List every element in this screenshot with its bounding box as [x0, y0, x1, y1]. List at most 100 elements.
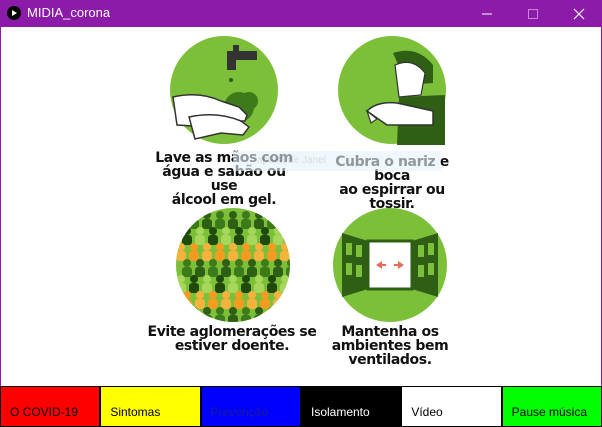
crowd-person-body — [176, 283, 186, 293]
minimize-button[interactable] — [464, 0, 510, 27]
crowd-person-head — [203, 307, 211, 315]
crowd-person-body — [241, 219, 251, 229]
tab-label: O COVID-19 — [10, 405, 79, 419]
window-title: MIDIA_corona — [27, 5, 111, 20]
caption-line: estiver doente. — [174, 338, 290, 354]
tab-covid19[interactable]: O COVID-19 — [0, 386, 101, 427]
crowd-person-head — [190, 275, 198, 283]
crowd-person-body — [221, 299, 231, 309]
crowd-person-head — [274, 259, 282, 267]
crowd-person-head — [203, 243, 211, 251]
tab-label: Pause música — [511, 405, 588, 419]
crowd-person-body — [254, 315, 264, 322]
crowd-person-body — [208, 235, 218, 245]
crowd-person-body — [273, 267, 283, 277]
crowd-person-body — [241, 315, 251, 322]
crowd-person-head — [242, 307, 250, 315]
crowd-person-head — [287, 291, 290, 299]
crowd-person-head — [209, 291, 217, 299]
crowd-person-body — [228, 251, 238, 261]
crowd-person-body — [221, 235, 231, 245]
crowd-person-body — [254, 251, 264, 261]
crowd-person-body — [247, 235, 257, 245]
crowd-person-body — [228, 219, 238, 229]
bottom-nav: O COVID-19 Sintomas Prevenção Isolamento… — [0, 386, 602, 427]
cough-elbow-icon — [338, 36, 446, 145]
crowd-person-body — [280, 219, 290, 229]
crowd-person-head — [196, 227, 204, 235]
caption-line: Mantenha os — [341, 324, 439, 340]
crowd-icon — [176, 208, 290, 322]
crowd-person-head — [222, 227, 230, 235]
crowd-person-head — [268, 211, 276, 219]
crowd-person-body — [215, 251, 225, 261]
crowd-person-body — [176, 251, 186, 261]
crowd-person-body — [241, 251, 251, 261]
crowd-person-body — [234, 299, 244, 309]
crowd-person-body — [176, 315, 186, 322]
crowd-person-head — [177, 243, 185, 251]
crowd-person-head — [255, 275, 263, 283]
hand-washing-icon — [170, 36, 278, 144]
crowd-person-head — [281, 275, 289, 283]
crowd-person-head — [216, 307, 224, 315]
title-bar: MIDIA_corona — [0, 0, 602, 27]
crowd-person-body — [176, 219, 186, 229]
crowd-person-head — [196, 291, 204, 299]
crowd-person-head — [235, 227, 243, 235]
caption-avoid-crowds: Evite aglomerações se estiver doente. — [147, 325, 317, 353]
tab-isolamento[interactable]: Isolamento — [300, 386, 402, 427]
crowd-person-body — [195, 299, 205, 309]
crowd-person-head — [229, 307, 237, 315]
crowd-person-body — [254, 283, 264, 293]
crowd-person-body — [260, 299, 270, 309]
crowd-person-body — [195, 267, 205, 277]
crowd-person-head — [183, 291, 191, 299]
crowd-person-body — [280, 283, 290, 293]
crowd-person-head — [281, 243, 289, 251]
close-button[interactable] — [556, 0, 602, 27]
crowd-person-head — [183, 227, 191, 235]
crowd-person-body — [267, 219, 277, 229]
crowd-person-head — [183, 259, 191, 267]
crowd-person-body — [234, 235, 244, 245]
crowd-person-body — [267, 283, 277, 293]
tab-pause-music[interactable]: Pause música — [501, 386, 602, 427]
caption-line: ventilados. — [348, 352, 432, 368]
maximize-button[interactable] — [510, 0, 556, 27]
crowd-person-body — [189, 251, 199, 261]
crowd-person-head — [229, 243, 237, 251]
crowd-person-head — [216, 211, 224, 219]
crowd-person-head — [274, 291, 282, 299]
crowd-person-body — [215, 283, 225, 293]
tab-sintomas[interactable]: Sintomas — [100, 386, 201, 427]
app-play-icon — [7, 6, 21, 20]
crowd-person-body — [189, 219, 199, 229]
tab-label: Isolamento — [310, 405, 370, 419]
tab-prevencao[interactable]: Prevenção — [200, 386, 301, 427]
crowd-person-body — [280, 315, 290, 322]
crowd-person-head — [209, 259, 217, 267]
crowd-person-head — [255, 307, 263, 315]
crowd-person-body — [189, 283, 199, 293]
caption-ventilation: Mantenha os ambientes bem ventilados. — [317, 325, 463, 367]
crowd-person-head — [177, 307, 185, 315]
crowd-person-body — [208, 267, 218, 277]
crowd-person-body — [286, 299, 290, 309]
crowd-person-head — [274, 227, 282, 235]
crowd-person-head — [196, 259, 204, 267]
crowd-person-body — [234, 267, 244, 277]
crowd-person-body — [195, 235, 205, 245]
crowd-person-head — [261, 259, 269, 267]
crowd-person-body — [241, 283, 251, 293]
crowd-person-body — [202, 219, 212, 229]
crowd-person-head — [261, 291, 269, 299]
crowd-person-body — [273, 299, 283, 309]
crowd-person-body — [221, 267, 231, 277]
crowd-person-head — [216, 275, 224, 283]
crowd-person-head — [177, 211, 185, 219]
crowd-person-head — [235, 291, 243, 299]
tab-video[interactable]: Vídeo — [401, 386, 502, 427]
tab-label: Sintomas — [110, 405, 161, 419]
open-window-icon — [333, 208, 447, 322]
